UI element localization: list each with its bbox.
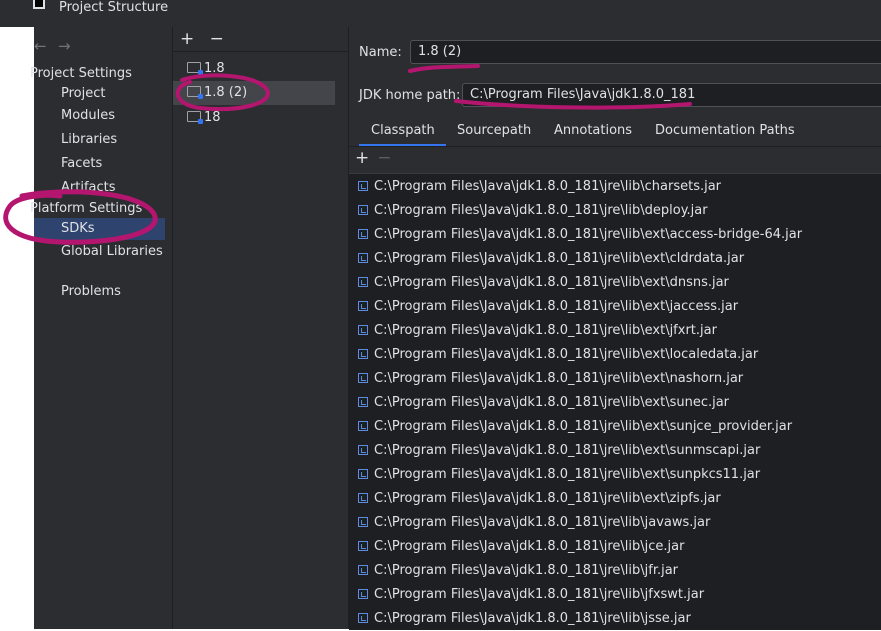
sdk-folder-icon	[187, 62, 203, 75]
sdk-list-toolbar: + −	[180, 29, 234, 49]
classpath-row[interactable]: C:\Program Files\Java\jdk1.8.0_181\jre\l…	[358, 463, 760, 487]
jar-file-icon	[358, 589, 368, 599]
sdk-detail-panel: Name: 1.8 (2) JDK home path: C:\Program …	[348, 27, 881, 630]
sdk-item[interactable]: 1.8	[173, 57, 335, 81]
jar-file-icon	[358, 181, 368, 191]
add-classpath-button[interactable]: +	[355, 148, 369, 168]
classpath-path: C:\Program Files\Java\jdk1.8.0_181\jre\l…	[374, 467, 761, 482]
classpath-row[interactable]: C:\Program Files\Java\jdk1.8.0_181\jre\l…	[358, 319, 717, 343]
jar-file-icon	[358, 205, 368, 215]
sidebar-item-global-libraries[interactable]: Global Libraries	[61, 244, 163, 259]
classpath-path: C:\Program Files\Java\jdk1.8.0_181\jre\l…	[374, 587, 705, 602]
sdk-list-panel: + − 1.8 1.8 (2) 18	[172, 27, 349, 629]
classpath-row[interactable]: C:\Program Files\Java\jdk1.8.0_181\jre\l…	[358, 367, 743, 391]
sidebar-item-sdks[interactable]: SDKs	[34, 218, 165, 240]
classpath-path: C:\Program Files\Java\jdk1.8.0_181\jre\l…	[374, 299, 739, 314]
tab-sourcepath[interactable]: Sourcepath	[457, 123, 531, 138]
jar-file-icon	[358, 565, 368, 575]
remove-sdk-button[interactable]: −	[210, 29, 224, 49]
window-title: Project Structure	[59, 0, 169, 15]
jar-file-icon	[358, 445, 368, 455]
classpath-path: C:\Program Files\Java\jdk1.8.0_181\jre\l…	[374, 515, 711, 530]
classpath-path: C:\Program Files\Java\jdk1.8.0_181\jre\l…	[374, 395, 730, 410]
jar-file-icon	[358, 421, 368, 431]
sdk-folder-icon	[187, 86, 203, 99]
jar-file-icon	[358, 301, 368, 311]
classpath-row[interactable]: C:\Program Files\Java\jdk1.8.0_181\jre\l…	[358, 415, 792, 439]
sidebar-item-modules[interactable]: Modules	[61, 108, 115, 123]
divider	[173, 51, 349, 52]
sidebar-item-facets[interactable]: Facets	[61, 156, 102, 171]
classpath-list[interactable]: C:\Program Files\Java\jdk1.8.0_181\jre\l…	[349, 173, 881, 630]
project-settings-header: Project Settings	[30, 66, 132, 81]
jar-file-icon	[358, 493, 368, 503]
sdk-folder-icon	[187, 111, 203, 124]
classpath-row[interactable]: C:\Program Files\Java\jdk1.8.0_181\jre\l…	[358, 607, 691, 631]
classpath-path: C:\Program Files\Java\jdk1.8.0_181\jre\l…	[374, 443, 761, 458]
jdk-home-path-label: JDK home path:	[359, 88, 461, 103]
jar-file-icon	[358, 469, 368, 479]
sidebar-item-artifacts[interactable]: Artifacts	[61, 180, 116, 195]
classpath-path: C:\Program Files\Java\jdk1.8.0_181\jre\l…	[374, 179, 722, 194]
jar-file-icon	[358, 541, 368, 551]
classpath-row[interactable]: C:\Program Files\Java\jdk1.8.0_181\jre\l…	[358, 487, 721, 511]
tab-documentation-paths[interactable]: Documentation Paths	[655, 123, 795, 138]
classpath-path: C:\Program Files\Java\jdk1.8.0_181\jre\l…	[374, 563, 679, 578]
classpath-row[interactable]: C:\Program Files\Java\jdk1.8.0_181\jre\l…	[358, 391, 729, 415]
classpath-path: C:\Program Files\Java\jdk1.8.0_181\jre\l…	[374, 371, 744, 386]
tab-classpath[interactable]: Classpath	[371, 123, 435, 138]
jar-file-icon	[358, 373, 368, 383]
sidebar-item-project[interactable]: Project	[61, 86, 105, 101]
name-field[interactable]: 1.8 (2)	[410, 40, 881, 64]
classpath-toolbar: + −	[355, 148, 392, 168]
title-bar: Project Structure	[0, 0, 881, 27]
classpath-path: C:\Program Files\Java\jdk1.8.0_181\jre\l…	[374, 491, 721, 506]
jar-file-icon	[358, 325, 368, 335]
classpath-path: C:\Program Files\Java\jdk1.8.0_181\jre\l…	[374, 251, 745, 266]
jar-file-icon	[358, 613, 368, 623]
sdk-tabs: Classpath Sourcepath Annotations Documen…	[349, 118, 881, 146]
classpath-path: C:\Program Files\Java\jdk1.8.0_181\jre\l…	[374, 539, 685, 554]
classpath-row[interactable]: C:\Program Files\Java\jdk1.8.0_181\jre\l…	[358, 439, 760, 463]
sdk-item[interactable]: 18	[173, 106, 335, 130]
arrow-left-icon[interactable]: ←	[34, 37, 47, 55]
classpath-row[interactable]: C:\Program Files\Java\jdk1.8.0_181\jre\l…	[358, 583, 704, 607]
jar-file-icon	[358, 277, 368, 287]
settings-sidebar: ← → Project Settings Project Modules Lib…	[30, 27, 172, 629]
sidebar-item-problems[interactable]: Problems	[61, 284, 121, 299]
jdk-home-path-field[interactable]: C:\Program Files\Java\jdk1.8.0_181	[462, 83, 881, 107]
classpath-row[interactable]: C:\Program Files\Java\jdk1.8.0_181\jre\l…	[358, 511, 710, 535]
divider	[349, 146, 881, 147]
classpath-row[interactable]: C:\Program Files\Java\jdk1.8.0_181\jre\l…	[358, 199, 708, 223]
arrow-right-icon[interactable]: →	[58, 37, 71, 55]
classpath-path: C:\Program Files\Java\jdk1.8.0_181\jre\l…	[374, 227, 803, 242]
sdk-item-selected[interactable]: 1.8 (2)	[173, 81, 335, 105]
classpath-path: C:\Program Files\Java\jdk1.8.0_181\jre\l…	[374, 611, 691, 626]
remove-classpath-button[interactable]: −	[377, 148, 391, 168]
classpath-path: C:\Program Files\Java\jdk1.8.0_181\jre\l…	[374, 323, 717, 338]
classpath-row[interactable]: C:\Program Files\Java\jdk1.8.0_181\jre\l…	[358, 295, 738, 319]
classpath-path: C:\Program Files\Java\jdk1.8.0_181\jre\l…	[374, 419, 793, 434]
add-sdk-button[interactable]: +	[180, 29, 194, 49]
classpath-path: C:\Program Files\Java\jdk1.8.0_181\jre\l…	[374, 203, 708, 218]
classpath-row[interactable]: C:\Program Files\Java\jdk1.8.0_181\jre\l…	[358, 559, 678, 583]
classpath-row[interactable]: C:\Program Files\Java\jdk1.8.0_181\jre\l…	[358, 343, 758, 367]
jar-file-icon	[358, 253, 368, 263]
classpath-row[interactable]: C:\Program Files\Java\jdk1.8.0_181\jre\l…	[358, 271, 729, 295]
name-label: Name:	[359, 45, 402, 60]
sidebar-item-libraries[interactable]: Libraries	[61, 132, 117, 147]
jar-file-icon	[358, 349, 368, 359]
classpath-path: C:\Program Files\Java\jdk1.8.0_181\jre\l…	[374, 275, 729, 290]
jar-file-icon	[358, 229, 368, 239]
classpath-row[interactable]: C:\Program Files\Java\jdk1.8.0_181\jre\l…	[358, 535, 684, 559]
tab-annotations[interactable]: Annotations	[554, 123, 632, 138]
classpath-path: C:\Program Files\Java\jdk1.8.0_181\jre\l…	[374, 347, 759, 362]
jar-file-icon	[358, 397, 368, 407]
classpath-row[interactable]: C:\Program Files\Java\jdk1.8.0_181\jre\l…	[358, 223, 802, 247]
intellij-app-icon	[33, 0, 45, 9]
classpath-row[interactable]: C:\Program Files\Java\jdk1.8.0_181\jre\l…	[358, 175, 721, 199]
platform-settings-header: Platform Settings	[30, 201, 143, 216]
classpath-row[interactable]: C:\Program Files\Java\jdk1.8.0_181\jre\l…	[358, 247, 744, 271]
jar-file-icon	[358, 517, 368, 527]
